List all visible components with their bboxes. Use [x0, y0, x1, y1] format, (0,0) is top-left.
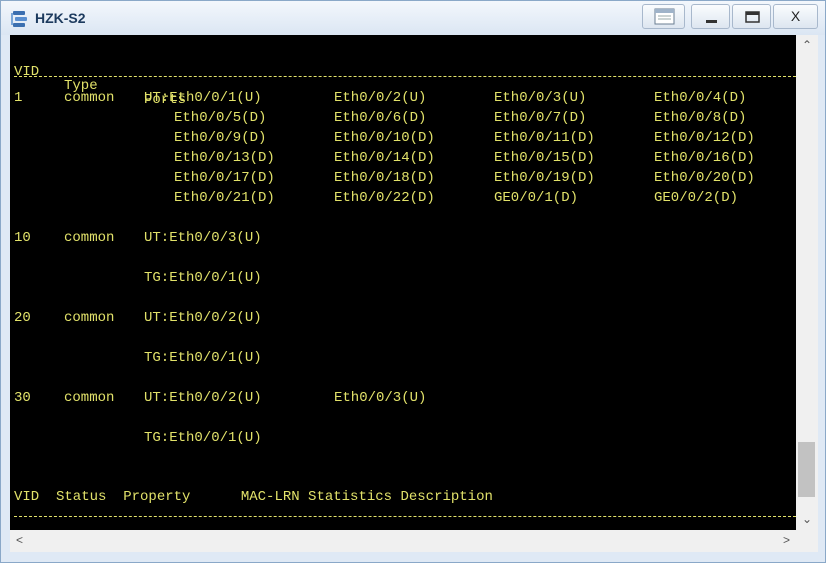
port-entry: Eth0/0/21(D)	[174, 190, 275, 206]
scroll-down-icon[interactable]: ⌄	[802, 512, 812, 526]
vlan-vid: 10	[14, 230, 31, 246]
vlan-vid: 30	[14, 390, 31, 406]
port-entry: Eth0/0/16(D)	[654, 150, 755, 166]
horizontal-scrollbar[interactable]: < >	[10, 530, 818, 552]
port-entry: TG:Eth0/0/1(U)	[144, 350, 262, 366]
separator-line	[14, 76, 796, 77]
scroll-right-icon[interactable]: >	[783, 533, 790, 547]
close-button[interactable]: X	[773, 4, 818, 29]
port-entry: Eth0/0/6(D)	[334, 110, 427, 126]
minimize-icon	[706, 20, 717, 23]
port-entry: Eth0/0/10(D)	[334, 130, 435, 146]
vlan-type: common	[64, 90, 115, 106]
port-entry: TG:Eth0/0/1(U)	[144, 430, 262, 446]
port-entry: GE0/0/2(D)	[654, 190, 739, 206]
terminal-output[interactable]: VID Type Ports 1 common UT:Eth0/0/1(U) E…	[10, 35, 796, 530]
separator-line	[14, 516, 796, 517]
terminal-window: HZK-S2 X VID Type Ports 1 common UT:Eth0…	[0, 0, 826, 563]
scroll-up-icon[interactable]: ⌃	[802, 38, 812, 52]
system-menu-button[interactable]	[642, 4, 685, 29]
port-entry: Eth0/0/19(D)	[494, 170, 595, 186]
status-table-header: VID Status Property MAC-LRN Statistics D…	[14, 489, 493, 505]
port-entry: Eth0/0/11(D)	[494, 130, 595, 146]
port-entry: Eth0/0/8(D)	[654, 110, 747, 126]
vlan-vid: 1	[14, 90, 23, 106]
port-entry: Eth0/0/9(D)	[174, 130, 267, 146]
vertical-scrollbar[interactable]: ⌃ ⌄	[796, 35, 818, 530]
window-title: HZK-S2	[35, 10, 86, 26]
port-entry: UT:Eth0/0/2(U)	[144, 390, 262, 406]
port-entry: UT:Eth0/0/3(U)	[144, 230, 262, 246]
maximize-button[interactable]	[732, 4, 771, 29]
port-entry: Eth0/0/20(D)	[654, 170, 755, 186]
switch-icon	[11, 11, 27, 27]
port-entry: Eth0/0/4(D)	[654, 90, 747, 106]
title-bar[interactable]: HZK-S2 X	[1, 1, 825, 35]
port-entry: TG:Eth0/0/1(U)	[144, 270, 262, 286]
port-entry: UT:Eth0/0/2(U)	[144, 310, 262, 326]
scroll-left-icon[interactable]: <	[16, 533, 23, 547]
port-entry: Eth0/0/2(U)	[334, 90, 427, 106]
port-entry: Eth0/0/12(D)	[654, 130, 755, 146]
vlan-table-header: VID Type Ports	[14, 51, 186, 121]
vlan-type: common	[64, 390, 115, 406]
port-entry: Eth0/0/3(U)	[494, 90, 587, 106]
close-icon: X	[790, 8, 801, 24]
vlan-type: common	[64, 310, 115, 326]
port-entry: Eth0/0/3(U)	[334, 390, 427, 406]
port-entry: Eth0/0/22(D)	[334, 190, 435, 206]
port-entry: Eth0/0/18(D)	[334, 170, 435, 186]
port-entry: Eth0/0/13(D)	[174, 150, 275, 166]
vertical-scroll-thumb[interactable]	[798, 442, 815, 497]
minimize-button[interactable]	[691, 4, 730, 29]
port-entry: Eth0/0/14(D)	[334, 150, 435, 166]
port-entry: Eth0/0/17(D)	[174, 170, 275, 186]
port-entry: Eth0/0/7(D)	[494, 110, 587, 126]
port-entry: Eth0/0/5(D)	[174, 110, 267, 126]
maximize-icon	[745, 11, 760, 23]
port-entry: GE0/0/1(D)	[494, 190, 579, 206]
port-entry: UT:Eth0/0/1(U)	[144, 90, 262, 106]
port-entry: Eth0/0/15(D)	[494, 150, 595, 166]
system-menu-icon	[654, 8, 675, 25]
vlan-type: common	[64, 230, 115, 246]
vlan-vid: 20	[14, 310, 31, 326]
